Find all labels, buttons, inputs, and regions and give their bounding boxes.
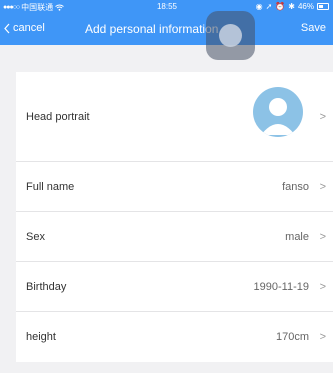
status-time: 18:55: [156, 2, 178, 11]
battery-icon: [317, 3, 329, 10]
row-label: Sex: [26, 230, 45, 243]
row-label: Birthday: [26, 280, 67, 293]
signal-strength-icon: ●●●○○: [3, 4, 20, 11]
personal-info-list: Head portrait > Full name fanso > Sex ma…: [16, 72, 333, 362]
save-button[interactable]: Save: [301, 22, 326, 34]
status-left: ●●●○○ 中国联通: [3, 2, 64, 13]
location-arrow-icon: ➚: [265, 2, 273, 11]
cancel-label: cancel: [13, 22, 45, 34]
head-portrait-row[interactable]: Head portrait >: [16, 72, 333, 162]
avatar: [253, 87, 303, 137]
assistive-touch-button[interactable]: [206, 11, 255, 60]
cancel-button[interactable]: cancel: [4, 22, 45, 34]
alarm-icon: ⏰: [275, 2, 286, 11]
row-value: male: [285, 230, 309, 243]
page-title: Add personal information: [85, 22, 219, 36]
chevron-right-icon: >: [319, 230, 326, 243]
chevron-right-icon: >: [319, 331, 326, 343]
row-value: 170cm: [275, 331, 309, 343]
height-row[interactable]: height 170cm >: [16, 312, 333, 362]
row-label: Full name: [26, 180, 75, 193]
chevron-left-icon: [4, 23, 10, 33]
screen-record-icon: ◉: [255, 2, 263, 11]
sex-row[interactable]: Sex male >: [16, 212, 333, 262]
battery-percent: 46%: [297, 2, 314, 11]
default-avatar-icon: [261, 98, 295, 135]
navigation-bar: cancel Add personal information Save: [0, 14, 333, 45]
wifi-icon: [55, 4, 64, 11]
row-label: Head portrait: [26, 110, 90, 123]
status-right: ◉ ➚ ⏰ ✱ 46%: [256, 2, 329, 11]
full-name-row[interactable]: Full name fanso >: [16, 162, 333, 212]
row-value: fanso: [282, 180, 309, 193]
chevron-right-icon: >: [319, 110, 326, 123]
carrier-name: 中国联通: [21, 3, 54, 12]
chevron-right-icon: >: [319, 280, 326, 293]
status-bar: ●●●○○ 中国联通 18:55 ◉ ➚ ⏰ ✱ 46%: [0, 0, 333, 14]
chevron-right-icon: >: [319, 180, 326, 193]
bluetooth-icon: ✱: [288, 2, 295, 11]
row-label: height: [26, 331, 56, 343]
row-value: 1990-11-19: [253, 280, 309, 293]
birthday-row[interactable]: Birthday 1990-11-19 >: [16, 262, 333, 312]
